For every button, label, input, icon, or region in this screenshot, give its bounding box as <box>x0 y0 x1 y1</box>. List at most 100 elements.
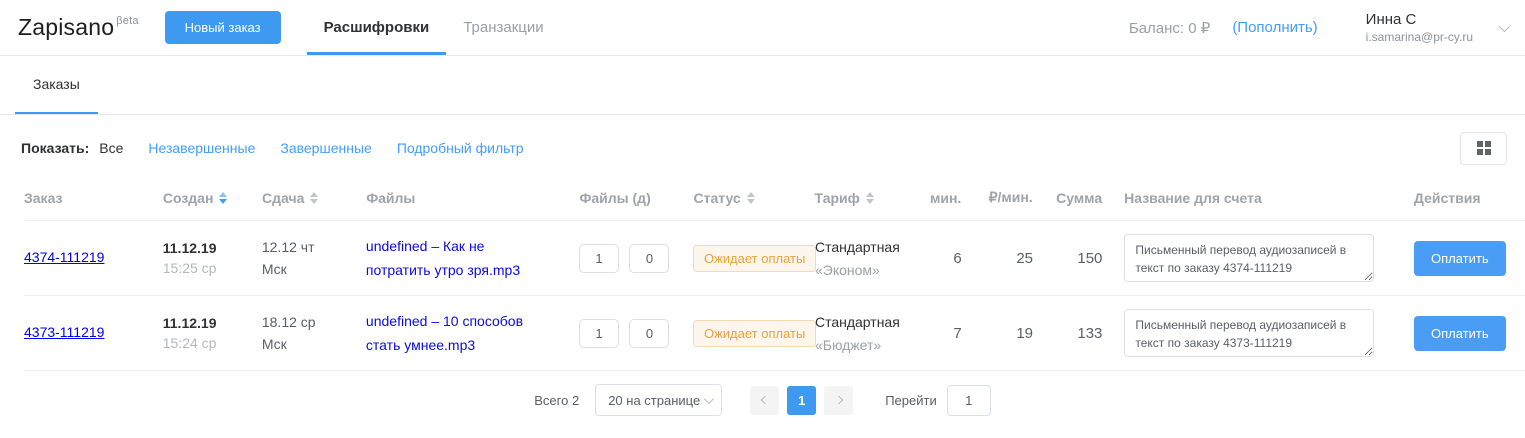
user-info: Инна С i.samarina@pr-cy.ru <box>1366 11 1473 44</box>
due-date: 18.12 ср <box>262 311 366 333</box>
tariff-cell: Стандартная «Эконом» <box>815 239 914 278</box>
sort-carets-icon <box>219 192 227 204</box>
created-date: 11.12.19 <box>163 315 262 331</box>
column-header-rate: ₽/мин. <box>961 189 1032 206</box>
user-menu[interactable]: Инна С i.samarina@pr-cy.ru <box>1366 11 1507 44</box>
minutes-cell: 7 <box>914 325 962 342</box>
column-header-tariff[interactable]: Тариф <box>815 190 914 206</box>
column-header-actions: Действия <box>1414 190 1525 206</box>
sum-cell: 133 <box>1033 325 1102 342</box>
pay-button[interactable]: Оплатить <box>1414 241 1506 276</box>
filter-unfinished[interactable]: Незавершенные <box>148 140 255 156</box>
order-cell: 4373-111219 <box>24 324 163 342</box>
tariff-plan: «Эконом» <box>815 262 914 278</box>
actions-cell: Оплатить <box>1414 241 1525 276</box>
file-link[interactable]: undefined – Как не потратить утро зря.mp… <box>366 234 551 282</box>
invoice-name-cell: Письменный перевод аудиозаписей в текст … <box>1124 309 1392 357</box>
created-cell: 11.12.19 15:25 ср <box>163 240 262 276</box>
order-cell: 4374-111219 <box>24 249 163 267</box>
logo-text: Zapisano <box>18 14 114 41</box>
files-d-cell <box>579 319 693 348</box>
due-cell: 12.12 чт Мск <box>262 236 366 280</box>
logo[interactable]: Zapisanoβeta <box>18 0 139 55</box>
page-size-value: 20 на странице <box>608 393 700 408</box>
created-time: 15:24 ср <box>163 335 262 351</box>
column-header-order: Заказ <box>24 190 163 206</box>
invoice-name-cell: Письменный перевод аудиозаписей в текст … <box>1124 234 1392 282</box>
rate-cell: 19 <box>962 325 1033 342</box>
top-bar-left: Zapisanoβeta Новый заказ Расшифровки Тра… <box>18 0 561 55</box>
due-timezone: Мск <box>262 258 366 280</box>
column-header-due[interactable]: Сдача <box>262 190 366 206</box>
total-count-label: Всего 2 <box>534 393 579 408</box>
table-row: 4373-111219 11.12.19 15:24 ср 18.12 ср М… <box>24 296 1525 371</box>
files-main-input[interactable] <box>579 319 619 348</box>
top-bar: Zapisanoβeta Новый заказ Расшифровки Тра… <box>0 0 1525 56</box>
balance-label: Баланс: 0 ₽ <box>1129 19 1210 37</box>
page-size-select[interactable]: 20 на странице <box>595 384 722 416</box>
status-badge: Ожидает оплаты <box>693 320 816 347</box>
sort-carets-icon <box>310 192 318 204</box>
subnav: Заказы <box>0 56 1525 115</box>
pay-button[interactable]: Оплатить <box>1414 316 1506 351</box>
tariff-plan: «Бюджет» <box>815 337 914 353</box>
prev-page-button[interactable] <box>750 386 779 415</box>
chevron-down-icon <box>704 394 714 404</box>
status-cell: Ожидает оплаты <box>693 320 815 347</box>
filter-all[interactable]: Все <box>99 140 123 156</box>
topup-link[interactable]: (Пополнить) <box>1232 19 1317 36</box>
user-email: i.samarina@pr-cy.ru <box>1366 30 1473 44</box>
order-link[interactable]: 4373-111219 <box>24 324 104 340</box>
tab-transactions[interactable]: Транзакции <box>446 0 560 55</box>
invoice-name-textarea[interactable]: Письменный перевод аудиозаписей в текст … <box>1124 309 1374 357</box>
filter-detailed[interactable]: Подробный фильтр <box>397 140 524 156</box>
top-bar-right: Баланс: 0 ₽ (Пополнить) Инна С i.samarin… <box>1129 0 1507 55</box>
grid-icon <box>1477 141 1491 155</box>
tariff-name: Стандартная <box>815 239 914 255</box>
top-tabs: Расшифровки Транзакции <box>307 0 561 55</box>
files-extra-input[interactable] <box>629 319 669 348</box>
due-date: 12.12 чт <box>262 236 366 258</box>
tariff-name: Стандартная <box>815 314 914 330</box>
status-badge: Ожидает оплаты <box>693 245 816 272</box>
column-header-created[interactable]: Создан <box>163 190 262 206</box>
column-header-minutes: мин. <box>914 190 962 206</box>
rate-cell: 25 <box>962 250 1033 267</box>
user-name: Инна С <box>1366 11 1473 28</box>
sum-cell: 150 <box>1033 250 1102 267</box>
sort-carets-icon <box>866 192 874 204</box>
chevron-right-icon <box>834 396 842 404</box>
files-extra-input[interactable] <box>629 244 669 273</box>
column-header-invoice-name: Название для счета <box>1124 190 1392 206</box>
new-order-button[interactable]: Новый заказ <box>165 11 281 44</box>
page-number-button[interactable]: 1 <box>787 386 816 415</box>
order-link[interactable]: 4374-111219 <box>24 249 104 265</box>
minutes-cell: 6 <box>914 250 962 267</box>
file-link[interactable]: undefined – 10 способов стать умнее.mp3 <box>366 309 551 357</box>
column-header-status[interactable]: Статус <box>694 190 815 206</box>
created-cell: 11.12.19 15:24 ср <box>163 315 262 351</box>
column-header-files: Файлы <box>366 190 579 206</box>
orders-table: Заказ Создан Сдача Файлы Файлы (д) Стату… <box>0 165 1525 371</box>
sort-carets-icon <box>747 192 755 204</box>
tab-transcriptions[interactable]: Расшифровки <box>307 0 447 55</box>
actions-cell: Оплатить <box>1414 316 1525 351</box>
pagination: Всего 2 20 на странице 1 Перейти <box>0 384 1525 416</box>
status-cell: Ожидает оплаты <box>693 245 815 272</box>
table-row: 4374-111219 11.12.19 15:25 ср 12.12 чт М… <box>24 221 1525 296</box>
table-view-settings-button[interactable] <box>1460 132 1507 165</box>
column-header-files-d: Файлы (д) <box>579 190 693 206</box>
invoice-name-textarea[interactable]: Письменный перевод аудиозаписей в текст … <box>1124 234 1374 282</box>
goto-page-input[interactable] <box>947 385 991 416</box>
due-cell: 18.12 ср Мск <box>262 311 366 355</box>
files-d-cell <box>579 244 693 273</box>
created-time: 15:25 ср <box>163 260 262 276</box>
created-date: 11.12.19 <box>163 240 262 256</box>
tariff-cell: Стандартная «Бюджет» <box>815 314 914 353</box>
filter-finished[interactable]: Завершенные <box>280 140 371 156</box>
tab-orders[interactable]: Заказы <box>15 56 98 114</box>
files-main-input[interactable] <box>579 244 619 273</box>
next-page-button[interactable] <box>824 386 853 415</box>
chevron-left-icon <box>760 396 768 404</box>
goto-page-label: Перейти <box>885 393 937 408</box>
